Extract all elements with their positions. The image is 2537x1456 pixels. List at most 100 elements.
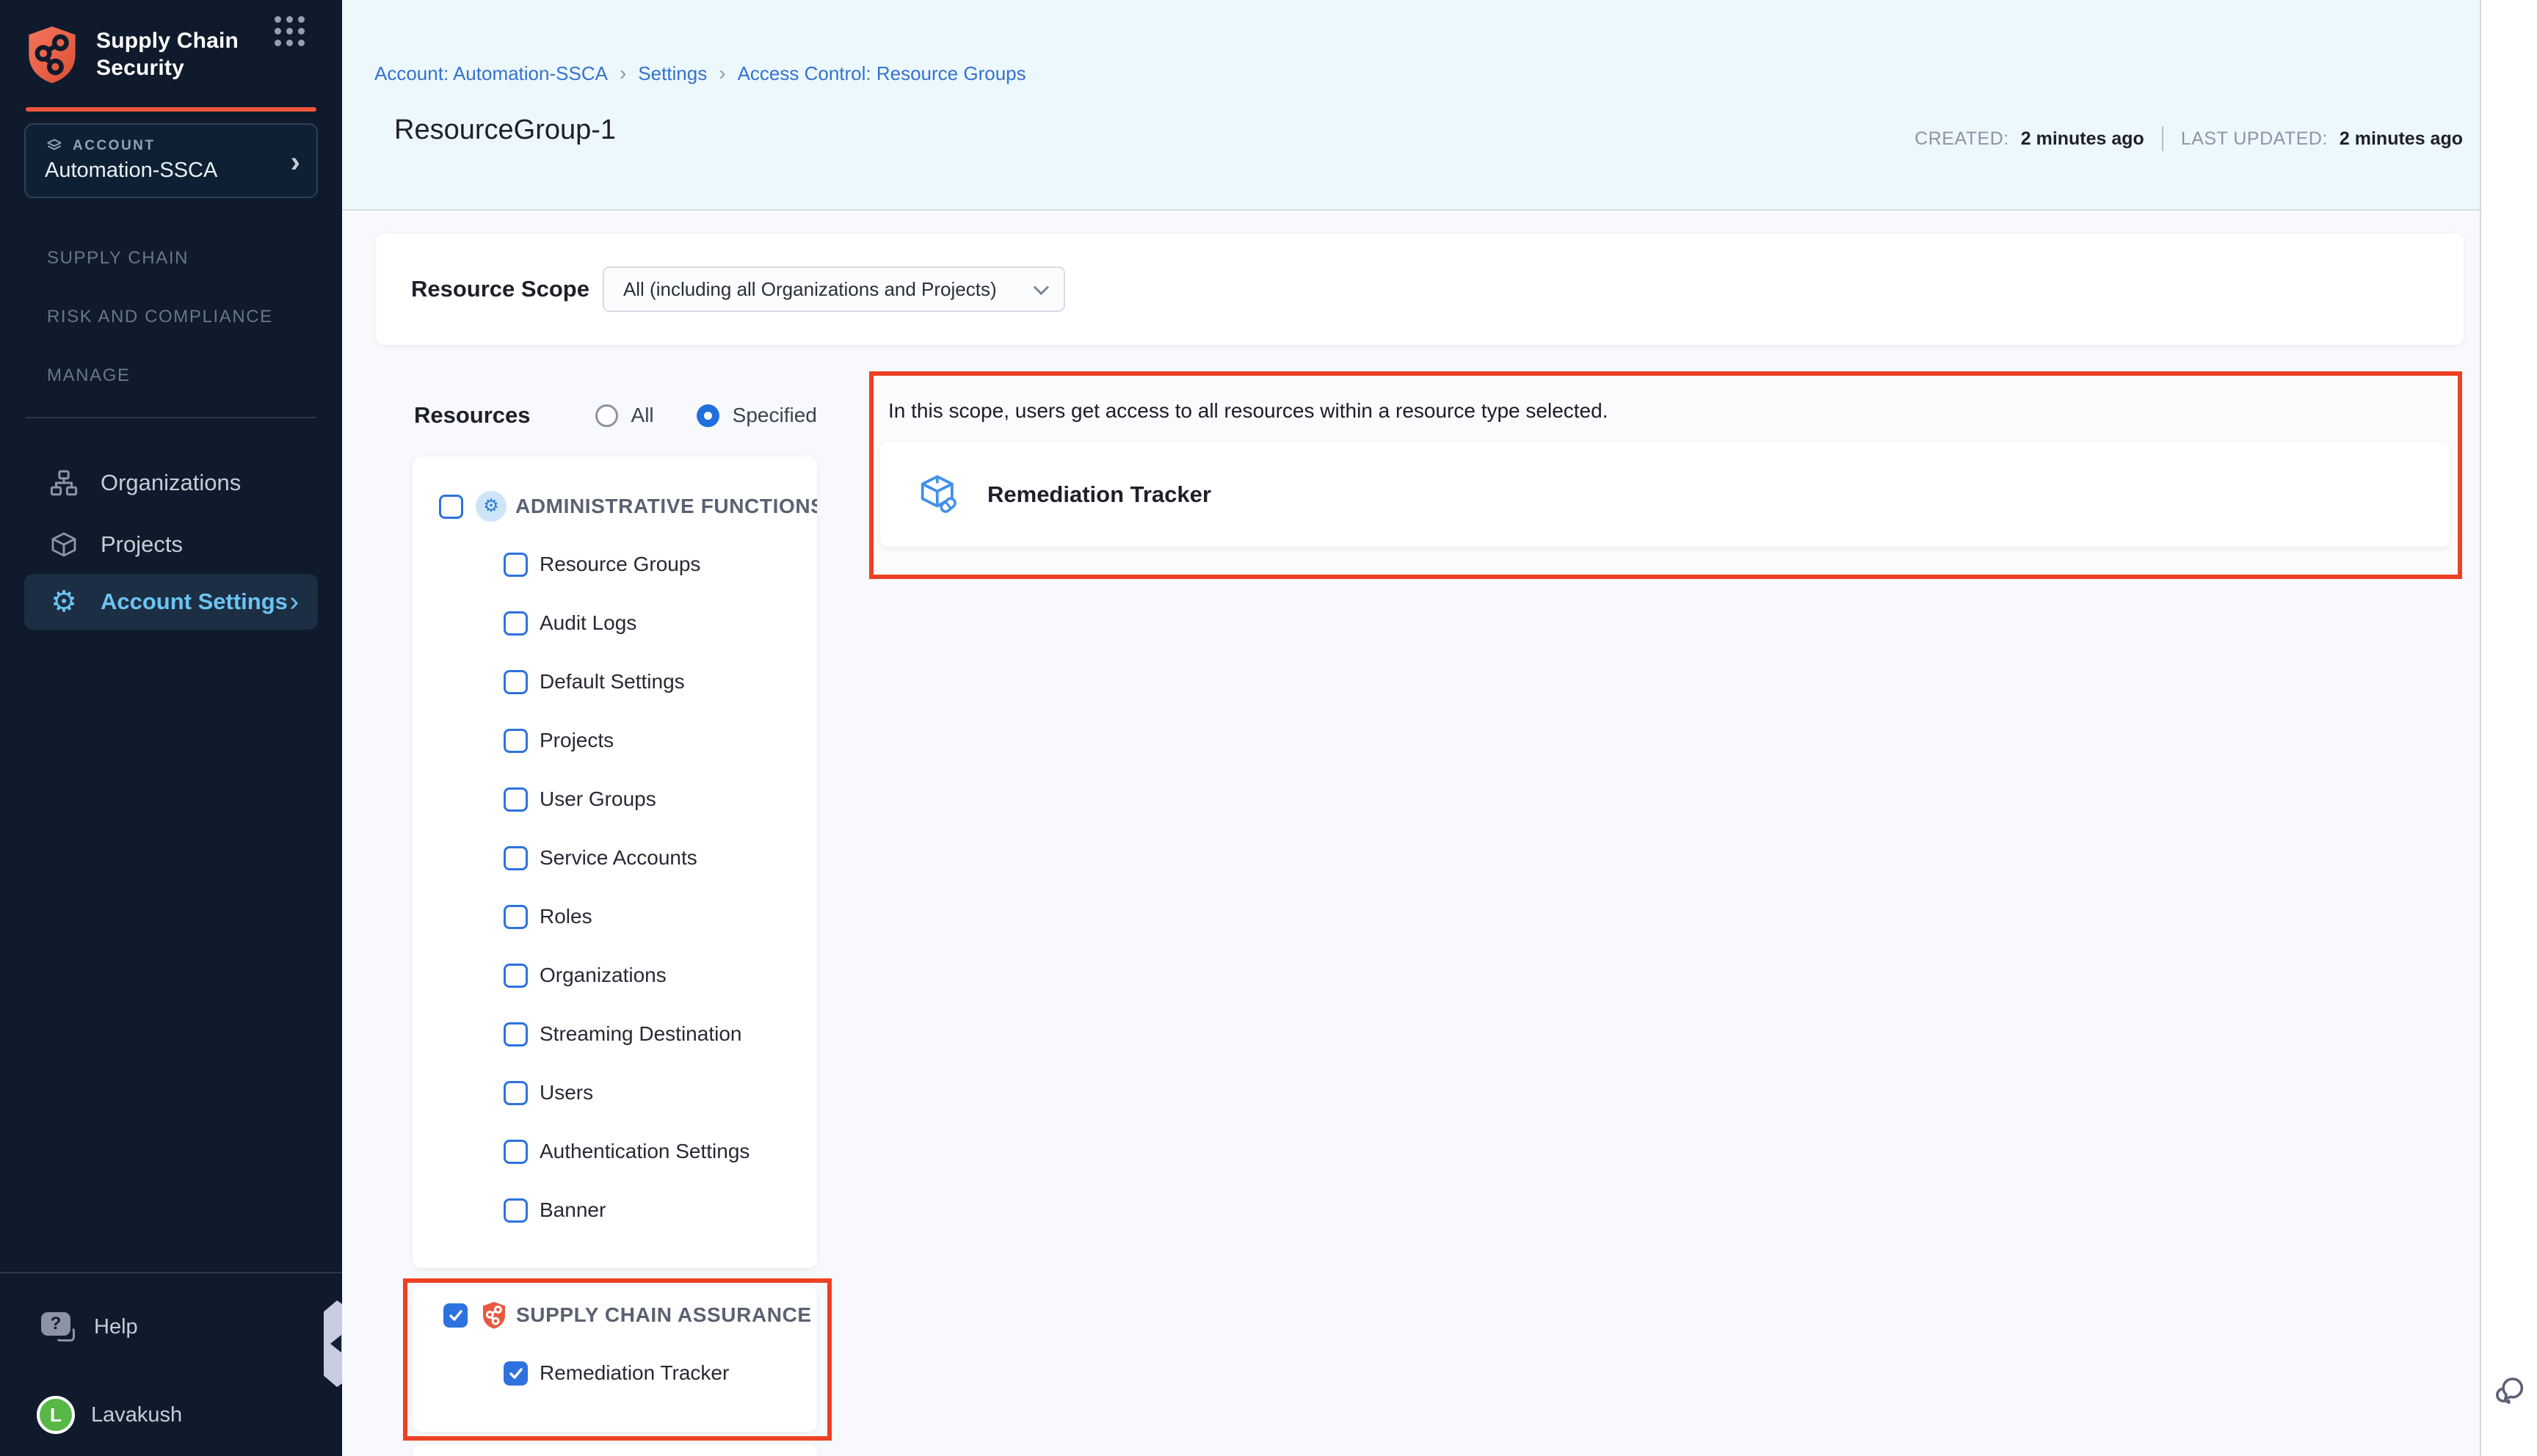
breadcrumb-resource-groups[interactable]: Access Control: Resource Groups (738, 62, 1026, 85)
help-chat-icon: ? (41, 1312, 75, 1342)
checkbox-default-settings[interactable] (504, 670, 528, 694)
sidebar-item-label: Account Settings (101, 589, 288, 615)
radio-specified[interactable]: Specified (697, 404, 817, 427)
sidebar-section-risk-and-compliance[interactable]: RISK AND COMPLIANCE (47, 307, 273, 327)
chevron-right-icon: › (291, 150, 300, 175)
checkbox-organizations[interactable] (504, 964, 528, 988)
app-logo-row: Supply Chain Security (24, 23, 318, 85)
right-rail (2480, 0, 2537, 1456)
created-value: 2 minutes ago (2021, 128, 2144, 150)
user-menu[interactable]: L Lavakush (37, 1396, 182, 1434)
sidebar-item-projects[interactable]: Projects (24, 517, 318, 572)
resources-heading: Resources (414, 402, 531, 429)
account-name: Automation-SSCA (45, 159, 302, 183)
page-title: ResourceGroup-1 (394, 114, 616, 146)
resource-item-roles: Roles (504, 901, 817, 932)
checkbox-administrative-functions[interactable] (439, 495, 463, 519)
sidebar-item-label: Organizations (101, 470, 241, 496)
sidebar-item-account-settings[interactable]: ⚙ Account Settings › (24, 574, 318, 630)
cube-icon (48, 528, 80, 561)
page: Supply Chain Security ACCOUNT Automation… (0, 0, 2537, 1456)
radio-specified-icon (697, 404, 719, 427)
account-selector[interactable]: ACCOUNT Automation-SSCA › (24, 123, 318, 198)
chevron-left-icon (330, 1335, 341, 1353)
sidebar-section-manage[interactable]: MANAGE (47, 365, 131, 386)
checkbox-resource-groups[interactable] (504, 553, 528, 577)
resource-item-service-accounts: Service Accounts (504, 842, 817, 873)
sidebar: Supply Chain Security ACCOUNT Automation… (0, 0, 342, 1456)
resource-item-banner: Banner (504, 1195, 817, 1226)
selected-resource-card: Remediation Tracker (880, 442, 2450, 547)
resource-item-organizations: Organizations (504, 960, 817, 991)
supply-chain-security-logo-icon (24, 23, 80, 85)
checkbox-users[interactable] (504, 1081, 528, 1105)
resource-item-authentication-settings: Authentication Settings (504, 1136, 817, 1167)
radio-specified-label: Specified (733, 404, 817, 427)
resource-item-users: Users (504, 1077, 817, 1108)
sidebar-section-supply-chain[interactable]: SUPPLY CHAIN (47, 248, 189, 269)
app-title: Supply Chain Security (96, 27, 239, 81)
sidebar-footer-divider (0, 1272, 342, 1273)
section-administrative-functions: ⚙ ADMINISTRATIVE FUNCTIONS (439, 490, 817, 523)
help-label: Help (94, 1315, 138, 1339)
annotation-box-supply-chain-assurance: SUPPLY CHAIN ASSURANCE Remediation Track… (403, 1278, 832, 1441)
resource-scope-label: Resource Scope (411, 276, 589, 302)
resource-item-user-groups: User Groups (504, 784, 817, 815)
avatar: L (37, 1396, 75, 1434)
sidebar-divider (26, 417, 316, 418)
resource-item-resource-groups: Resource Groups (504, 549, 817, 580)
last-updated-label: LAST UPDATED: (2181, 128, 2328, 150)
brand-divider (26, 107, 316, 112)
account-label: ACCOUNT (73, 138, 156, 154)
radio-all-label: All (631, 404, 654, 427)
created-label: CREATED: (1914, 128, 2009, 150)
checkbox-user-groups[interactable] (504, 787, 528, 812)
checkbox-supply-chain-assurance[interactable] (443, 1303, 468, 1328)
resource-item-streaming-destination: Streaming Destination (504, 1019, 817, 1049)
timestamps: CREATED: 2 minutes ago LAST UPDATED: 2 m… (1914, 126, 2463, 151)
annotation-box-scope-detail: In this scope, users get access to all r… (869, 371, 2462, 579)
resource-scope-card: Resource Scope All (including all Organi… (376, 233, 2464, 345)
checkbox-projects[interactable] (504, 729, 528, 753)
resource-item-default-settings: Default Settings (504, 666, 817, 697)
chevron-down-icon (1034, 280, 1049, 295)
section-label: SUPPLY CHAIN ASSURANCE (516, 1303, 812, 1327)
section-label: ADMINISTRATIVE FUNCTIONS (515, 495, 817, 518)
checkbox-streaming-destination[interactable] (504, 1022, 528, 1046)
meta-divider (2162, 126, 2163, 151)
supply-chain-assurance-card: SUPPLY CHAIN ASSURANCE Remediation Track… (413, 1286, 817, 1432)
app-switcher-icon[interactable] (275, 16, 305, 47)
resource-types-card: ⚙ ADMINISTRATIVE FUNCTIONS Resource Grou… (413, 456, 817, 1268)
resource-scope-select[interactable]: All (including all Organizations and Pro… (603, 266, 1065, 312)
checkbox-remediation-tracker[interactable] (504, 1361, 528, 1386)
radio-all-icon (595, 404, 618, 427)
chevron-right-icon: › (289, 586, 299, 618)
resource-item-projects: Projects (504, 725, 817, 756)
breadcrumb-account[interactable]: Account: Automation-SSCA (374, 62, 608, 85)
layers-icon (45, 136, 64, 156)
gear-icon: ⚙ (48, 586, 80, 618)
resources-header-row: Resources All Specified (414, 395, 817, 436)
sidebar-item-organizations[interactable]: Organizations (24, 455, 318, 511)
next-section-card-partial (413, 1444, 817, 1456)
help-button[interactable]: ? Help (41, 1312, 138, 1342)
radio-all[interactable]: All (595, 404, 654, 427)
supply-chain-assurance-icon (481, 1300, 507, 1330)
breadcrumb-settings[interactable]: Settings (638, 62, 707, 85)
user-name: Lavakush (91, 1403, 182, 1427)
last-updated-value: 2 minutes ago (2340, 128, 2463, 150)
selected-resource-name: Remediation Tracker (987, 481, 1211, 508)
administrative-functions-icon: ⚙ (476, 491, 507, 522)
support-chat-icon[interactable] (2491, 1374, 2527, 1409)
breadcrumb: Account: Automation-SSCA › Settings › Ac… (374, 62, 1026, 85)
resource-item-audit-logs: Audit Logs (504, 608, 817, 638)
chevron-separator-icon: › (620, 62, 626, 85)
checkbox-service-accounts[interactable] (504, 846, 528, 870)
main-content: Account: Automation-SSCA › Settings › Ac… (342, 0, 2480, 1456)
chevron-separator-icon: › (719, 62, 725, 85)
checkbox-banner[interactable] (504, 1198, 528, 1223)
resource-item-remediation-tracker: Remediation Tracker (504, 1358, 817, 1388)
checkbox-authentication-settings[interactable] (504, 1140, 528, 1164)
checkbox-roles[interactable] (504, 905, 528, 929)
checkbox-audit-logs[interactable] (504, 611, 528, 636)
